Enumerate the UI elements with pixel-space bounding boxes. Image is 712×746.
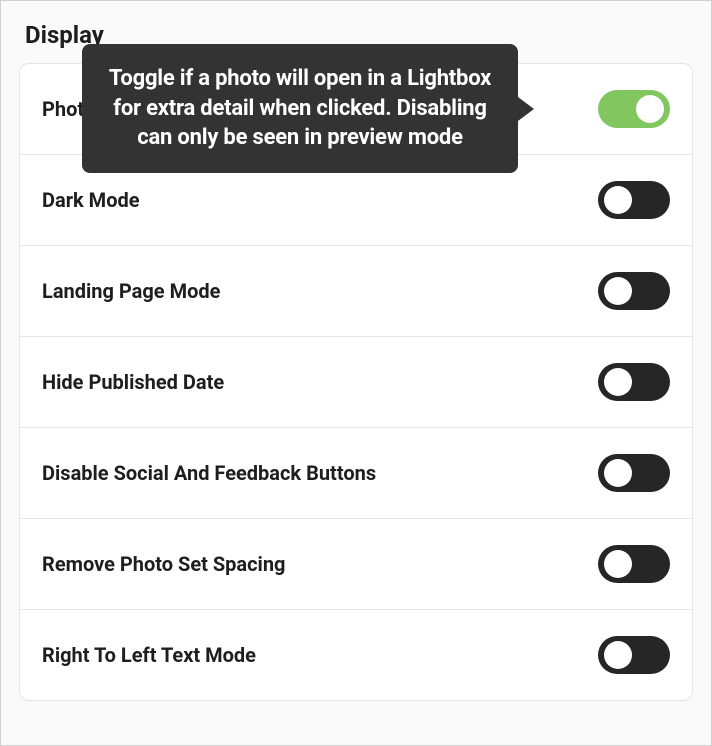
setting-row-disable-social: Disable Social And Feedback Buttons [20, 428, 692, 519]
toggle-hide-published[interactable] [598, 363, 670, 401]
toggle-knob [604, 459, 632, 487]
setting-row-remove-spacing: Remove Photo Set Spacing [20, 519, 692, 610]
setting-row-hide-published: Hide Published Date [20, 337, 692, 428]
toggle-knob [636, 95, 664, 123]
toggle-rtl-mode[interactable] [598, 636, 670, 674]
toggle-disable-social[interactable] [598, 454, 670, 492]
toggle-knob [604, 368, 632, 396]
toggle-dark-mode[interactable] [598, 181, 670, 219]
toggle-knob [604, 550, 632, 578]
setting-label: Remove Photo Set Spacing [42, 552, 285, 576]
setting-label: Right To Left Text Mode [42, 643, 256, 667]
toggle-knob [604, 186, 632, 214]
toggle-photo-lightbox[interactable] [598, 90, 670, 128]
toggle-landing-page[interactable] [598, 272, 670, 310]
toggle-knob [604, 277, 632, 305]
setting-row-landing-page: Landing Page Mode [20, 246, 692, 337]
setting-label: Hide Published Date [42, 370, 224, 394]
setting-label: Disable Social And Feedback Buttons [42, 461, 376, 485]
setting-label: Landing Page Mode [42, 279, 220, 303]
toggle-remove-spacing[interactable] [598, 545, 670, 583]
tooltip: Toggle if a photo will open in a Lightbo… [82, 44, 518, 173]
setting-row-rtl-mode: Right To Left Text Mode [20, 610, 692, 700]
setting-label: Dark Mode [42, 188, 140, 212]
toggle-knob [604, 641, 632, 669]
